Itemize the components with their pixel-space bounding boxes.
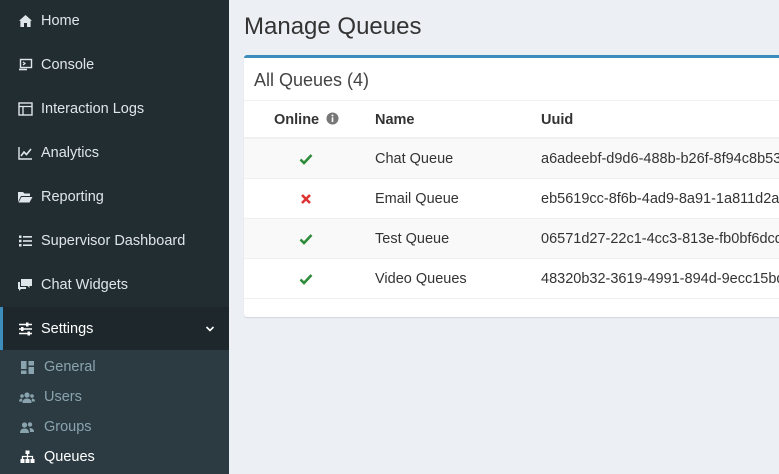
box-title: All Queues (4) xyxy=(254,70,370,90)
submenu-item-label: Queues xyxy=(44,449,95,465)
dashboard-icon xyxy=(19,359,35,375)
online-check-icon xyxy=(299,232,313,246)
online-check-icon xyxy=(299,272,313,286)
sidebar-item-label: Console xyxy=(41,57,95,73)
sidebar-item-console[interactable]: Console xyxy=(0,43,229,87)
table-row[interactable]: Test Queue 06571d27-22c1-4cc3-813e-fb0bf… xyxy=(244,219,779,259)
queues-box: All Queues (4) Online Name Uuid Chat Que… xyxy=(244,55,779,317)
page-title: Manage Queues xyxy=(244,13,422,40)
submenu-item-general[interactable]: General xyxy=(0,352,229,382)
column-header-label: Online xyxy=(274,112,320,128)
analytics-icon xyxy=(17,145,33,161)
submenu-item-users[interactable]: Users xyxy=(0,382,229,412)
column-header-name[interactable]: Name xyxy=(375,112,415,128)
table-row[interactable]: Email Queue eb5619cc-8f6b-4ad9-8a91-1a81… xyxy=(244,179,779,219)
sidebar-item-settings[interactable]: Settings xyxy=(0,307,229,351)
queue-name: Video Queues xyxy=(375,270,467,287)
folder-open-icon xyxy=(17,189,33,205)
queue-name: Chat Queue xyxy=(375,150,454,167)
sidebar-item-label: Reporting xyxy=(41,189,104,205)
submenu-item-label: General xyxy=(44,359,96,375)
sidebar-item-interaction-logs[interactable]: Interaction Logs xyxy=(0,87,229,131)
chevron-down-icon xyxy=(204,323,216,335)
submenu-item-label: Groups xyxy=(44,419,92,435)
queue-name: Test Queue xyxy=(375,230,450,247)
offline-x-icon xyxy=(299,192,313,206)
list-icon xyxy=(17,233,33,249)
sidebar-item-reporting[interactable]: Reporting xyxy=(0,175,229,219)
queue-uuid: a6adeebf-d9d6-488b-b26f-8f94c8b53 xyxy=(541,150,779,167)
sidebar-item-chat-widgets[interactable]: Chat Widgets xyxy=(0,263,229,307)
column-header-uuid[interactable]: Uuid xyxy=(541,112,573,128)
sidebar-item-label: Analytics xyxy=(41,145,100,161)
submenu-item-label: Users xyxy=(44,389,82,405)
table-row[interactable]: Video Queues 48320b32-3619-4991-894d-9ec… xyxy=(244,259,779,299)
queue-name: Email Queue xyxy=(375,190,459,207)
sidebar-item-analytics[interactable]: Analytics xyxy=(0,131,229,175)
sidebar-item-label: Interaction Logs xyxy=(41,101,145,117)
submenu-item-groups[interactable]: Groups xyxy=(0,412,229,442)
queue-uuid: 06571d27-22c1-4cc3-813e-fb0bf6dcd xyxy=(541,230,779,247)
logs-icon xyxy=(17,101,33,117)
sidebar-item-supervisor-dashboard[interactable]: Supervisor Dashboard xyxy=(0,219,229,263)
sidebar-item-home[interactable]: Home xyxy=(0,0,229,43)
settings-submenu: General Users Groups Queues xyxy=(0,350,229,474)
group-icon xyxy=(19,419,35,435)
sliders-icon xyxy=(17,321,33,337)
sidebar: Home Console Interaction Logs Analytics … xyxy=(0,0,229,474)
queue-uuid: eb5619cc-8f6b-4ad9-8a91-1a811d2ac xyxy=(541,190,779,207)
chat-icon xyxy=(17,277,33,293)
info-circle-icon[interactable] xyxy=(326,112,339,129)
sidebar-item-label: Settings xyxy=(41,321,94,337)
sidebar-item-label: Chat Widgets xyxy=(41,277,129,293)
console-icon xyxy=(17,57,33,73)
column-header-online[interactable]: Online xyxy=(274,112,339,129)
home-icon xyxy=(17,13,33,29)
sidebar-item-label: Home xyxy=(41,13,80,29)
users-icon xyxy=(19,389,35,405)
submenu-item-queues[interactable]: Queues xyxy=(0,442,229,472)
online-check-icon xyxy=(299,152,313,166)
queue-uuid: 48320b32-3619-4991-894d-9ecc15bd xyxy=(541,270,779,287)
box-divider xyxy=(244,100,779,101)
table-row[interactable]: Chat Queue a6adeebf-d9d6-488b-b26f-8f94c… xyxy=(244,139,779,179)
sitemap-icon xyxy=(19,449,35,465)
sidebar-item-label: Supervisor Dashboard xyxy=(41,233,186,249)
